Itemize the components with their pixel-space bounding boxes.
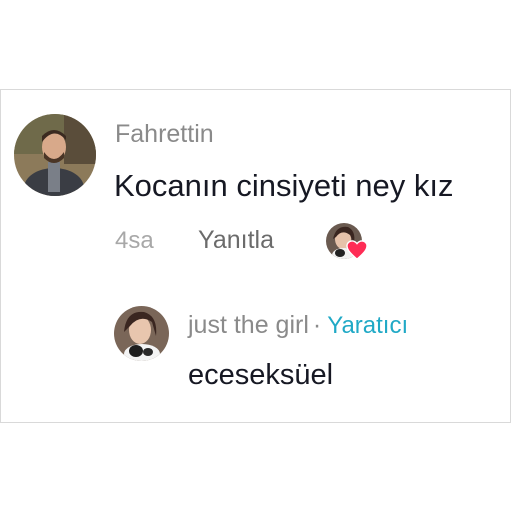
comment-thread-panel: Fahrettin Kocanın cinsiyeti ney kız 4sa …: [0, 89, 511, 423]
reply-username[interactable]: just the girl: [188, 311, 309, 339]
reply-button[interactable]: Yanıtla: [198, 226, 274, 255]
creator-liked-heart-icon: [346, 240, 368, 260]
commenter-username[interactable]: Fahrettin: [115, 120, 214, 149]
commenter-avatar-image: [14, 114, 96, 196]
creator-badge: Yaratıcı: [327, 312, 409, 339]
comment-text: Kocanın cinsiyeti ney kız: [114, 168, 454, 203]
creator-avatar-image: [114, 306, 169, 361]
commenter-avatar[interactable]: [14, 114, 96, 196]
reply-header: just the girl · Yaratıcı: [188, 311, 408, 340]
reply-text: eceseksüel: [188, 359, 334, 391]
creator-avatar[interactable]: [114, 306, 169, 361]
separator-dot: ·: [312, 311, 322, 339]
comment-timestamp: 4sa: [115, 227, 154, 254]
creator-liked-indicator: [326, 223, 370, 263]
